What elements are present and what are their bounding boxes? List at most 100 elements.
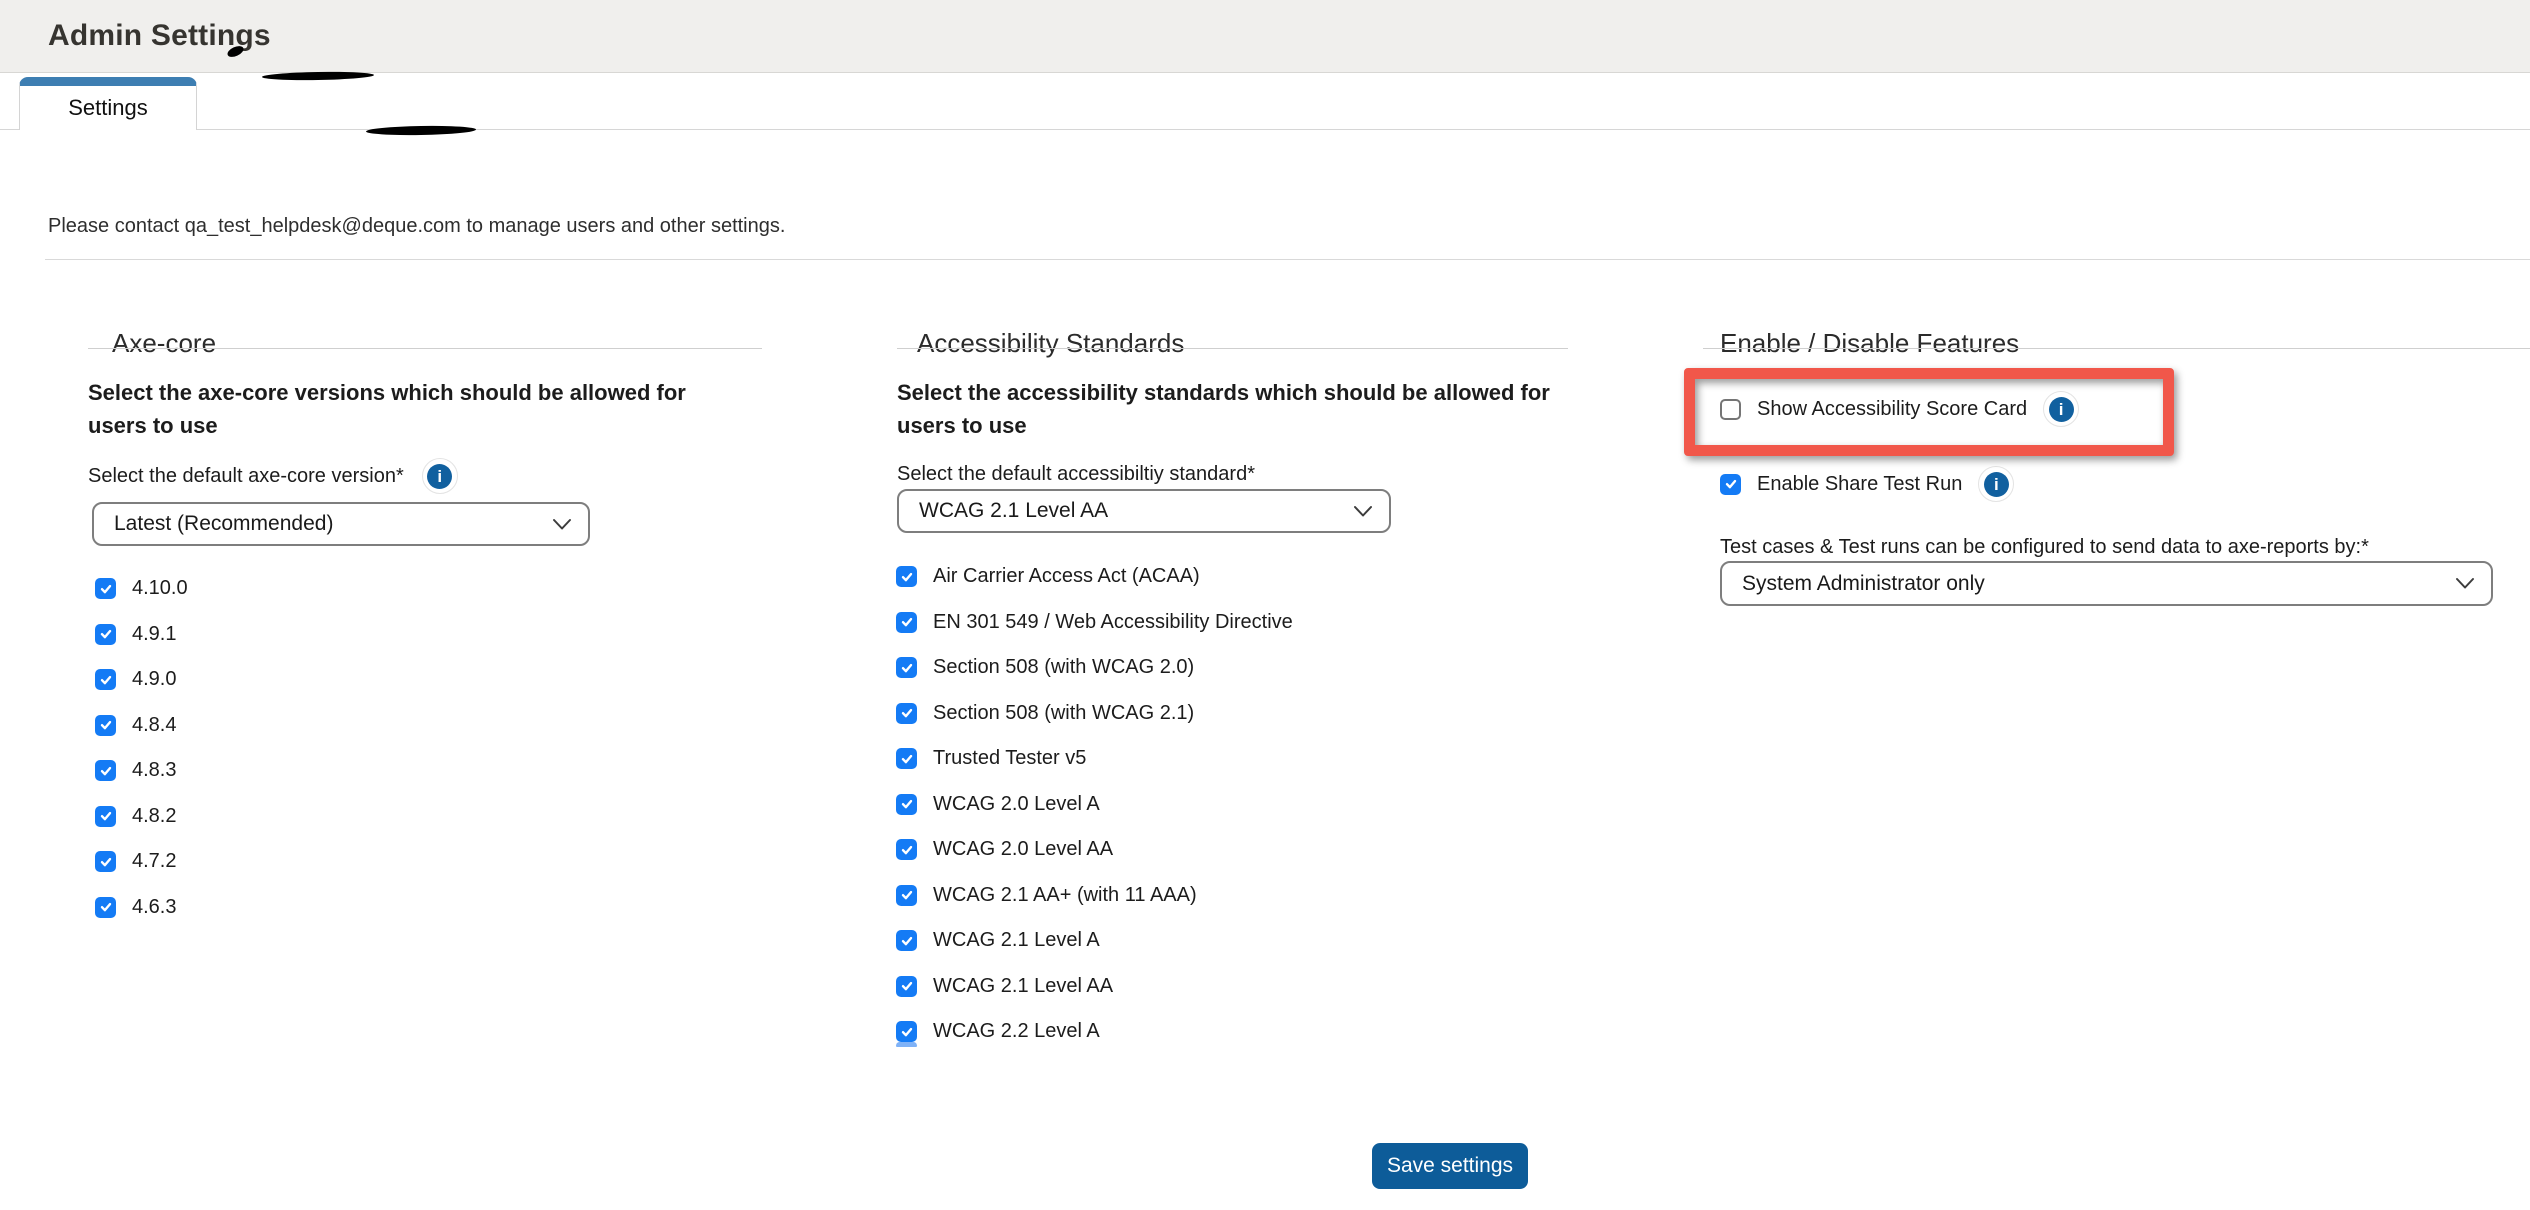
top-divider bbox=[45, 259, 2530, 260]
axe-version-row[interactable]: 4.6.3 bbox=[95, 896, 188, 919]
axe-version-label: 4.10.0 bbox=[132, 577, 188, 600]
standard-row[interactable]: WCAG 2.1 AA+ (with 11 AAA) bbox=[896, 884, 1293, 907]
checkbox-checked[interactable] bbox=[896, 1021, 917, 1042]
info-icon-glyph: i bbox=[427, 464, 452, 489]
axe-version-list: 4.10.0 4.9.1 4.9.0 4.8.4 bbox=[95, 577, 188, 919]
standard-row[interactable]: WCAG 2.0 Level A bbox=[896, 793, 1293, 816]
default-axe-version-label: Select the default axe-core version* bbox=[88, 465, 404, 488]
checkmark-icon bbox=[99, 809, 113, 823]
checkmark-icon bbox=[99, 855, 113, 869]
axe-version-label: 4.8.3 bbox=[132, 759, 176, 782]
checkmark-icon bbox=[900, 1025, 914, 1039]
checkbox-checked[interactable] bbox=[95, 669, 116, 690]
checkbox-checked[interactable] bbox=[896, 885, 917, 906]
checkbox-checked[interactable] bbox=[896, 612, 917, 633]
axe-version-row[interactable]: 4.9.1 bbox=[95, 623, 188, 646]
standard-label: Section 508 (with WCAG 2.0) bbox=[933, 656, 1194, 679]
standard-label: WCAG 2.0 Level A bbox=[933, 793, 1100, 816]
standard-label: WCAG 2.1 Level AA bbox=[933, 975, 1113, 998]
share-test-run-row[interactable]: Enable Share Test Run i bbox=[1720, 466, 2014, 502]
checkmark-icon bbox=[99, 900, 113, 914]
axe-version-label: 4.7.2 bbox=[132, 850, 176, 873]
checkmark-icon bbox=[99, 764, 113, 778]
axe-core-subheading: Select the axe-core versions which shoul… bbox=[88, 376, 728, 442]
redaction-scribble bbox=[366, 125, 476, 136]
standard-row[interactable]: Section 508 (with WCAG 2.1) bbox=[896, 702, 1293, 725]
axe-version-row[interactable]: 4.8.2 bbox=[95, 805, 188, 828]
checkbox-checked[interactable] bbox=[95, 624, 116, 645]
save-settings-button[interactable]: Save settings bbox=[1372, 1143, 1528, 1189]
checkbox-checked[interactable] bbox=[95, 851, 116, 872]
standard-label: WCAG 2.0 Level AA bbox=[933, 838, 1113, 861]
checkmark-icon bbox=[900, 706, 914, 720]
info-icon[interactable]: i bbox=[1978, 466, 2014, 502]
standard-row[interactable]: Section 508 (with WCAG 2.0) bbox=[896, 656, 1293, 679]
checkmark-icon bbox=[900, 570, 914, 584]
admin-settings-page: Admin Settings Settings Please contact q… bbox=[0, 0, 2530, 1210]
standard-label: WCAG 2.2 Level A bbox=[933, 1020, 1100, 1043]
standards-subheading: Select the accessibility standards which… bbox=[897, 376, 1552, 442]
info-icon[interactable]: i bbox=[422, 458, 458, 494]
share-test-run-label: Enable Share Test Run bbox=[1757, 473, 1962, 496]
default-axe-version-value: Latest (Recommended) bbox=[114, 512, 333, 536]
axe-version-row[interactable]: 4.7.2 bbox=[95, 850, 188, 873]
reports-config-label: Test cases & Test runs can be configured… bbox=[1720, 536, 2369, 559]
checkbox-checked[interactable] bbox=[896, 748, 917, 769]
checkmark-icon bbox=[900, 934, 914, 948]
axe-version-row[interactable]: 4.8.4 bbox=[95, 714, 188, 737]
checkbox-checked[interactable] bbox=[95, 897, 116, 918]
axe-version-row[interactable]: 4.8.3 bbox=[95, 759, 188, 782]
standard-row[interactable]: WCAG 2.0 Level AA bbox=[896, 838, 1293, 861]
standard-label: Section 508 (with WCAG 2.1) bbox=[933, 702, 1194, 725]
tab-settings[interactable]: Settings bbox=[19, 77, 197, 130]
chevron-down-icon bbox=[552, 518, 572, 531]
score-card-checkbox[interactable] bbox=[1720, 399, 1741, 420]
default-standard-label: Select the default accessibiltiy standar… bbox=[897, 463, 1255, 486]
standards-heading-divider bbox=[897, 348, 1568, 349]
standard-row[interactable]: WCAG 2.2 Level A bbox=[896, 1020, 1293, 1043]
standards-list: Air Carrier Access Act (ACAA) EN 301 549… bbox=[896, 565, 1293, 1043]
info-icon-glyph: i bbox=[2049, 397, 2074, 422]
checkbox-checked[interactable] bbox=[896, 794, 917, 815]
checkbox-checked[interactable] bbox=[95, 715, 116, 736]
checkbox-checked[interactable] bbox=[896, 703, 917, 724]
standard-row[interactable]: WCAG 2.1 Level A bbox=[896, 929, 1293, 952]
checkmark-icon bbox=[900, 888, 914, 902]
app-header: Admin Settings bbox=[0, 0, 2530, 73]
standard-label: Air Carrier Access Act (ACAA) bbox=[933, 565, 1200, 588]
checkbox-checked[interactable] bbox=[896, 657, 917, 678]
standard-row[interactable]: WCAG 2.1 Level AA bbox=[896, 975, 1293, 998]
checkbox-checked[interactable] bbox=[95, 760, 116, 781]
checkbox-checked[interactable] bbox=[896, 930, 917, 951]
checkmark-icon bbox=[99, 673, 113, 687]
axe-version-label: 4.9.0 bbox=[132, 668, 176, 691]
axe-version-label: 4.8.4 bbox=[132, 714, 176, 737]
score-card-row[interactable]: Show Accessibility Score Card i bbox=[1720, 391, 2079, 427]
checkbox-checked[interactable] bbox=[95, 806, 116, 827]
axe-version-row[interactable]: 4.10.0 bbox=[95, 577, 188, 600]
checkbox-checked[interactable] bbox=[95, 578, 116, 599]
info-icon[interactable]: i bbox=[2043, 391, 2079, 427]
axe-version-label: 4.8.2 bbox=[132, 805, 176, 828]
default-axe-version-select[interactable]: Latest (Recommended) bbox=[92, 502, 590, 546]
axe-version-row[interactable]: 4.9.0 bbox=[95, 668, 188, 691]
default-standard-select[interactable]: WCAG 2.1 Level AA bbox=[897, 489, 1391, 533]
standard-label: Trusted Tester v5 bbox=[933, 747, 1086, 770]
checkmark-icon bbox=[900, 979, 914, 993]
default-axe-version-label-row: Select the default axe-core version* i bbox=[88, 458, 458, 494]
checkbox-checked[interactable] bbox=[896, 566, 917, 587]
reports-config-value: System Administrator only bbox=[1742, 572, 1985, 596]
chevron-down-icon bbox=[2455, 577, 2475, 590]
axe-version-label: 4.6.3 bbox=[132, 896, 176, 919]
standard-label: EN 301 549 / Web Accessibility Directive bbox=[933, 611, 1293, 634]
checkbox-checked[interactable] bbox=[896, 976, 917, 997]
checkmark-icon bbox=[99, 582, 113, 596]
share-test-run-checkbox[interactable] bbox=[1720, 474, 1741, 495]
standard-row[interactable]: Trusted Tester v5 bbox=[896, 747, 1293, 770]
score-card-label: Show Accessibility Score Card bbox=[1757, 398, 2027, 421]
checkbox-checked[interactable] bbox=[896, 839, 917, 860]
standard-row[interactable]: Air Carrier Access Act (ACAA) bbox=[896, 565, 1293, 588]
standard-row[interactable]: EN 301 549 / Web Accessibility Directive bbox=[896, 611, 1293, 634]
reports-config-select[interactable]: System Administrator only bbox=[1720, 561, 2493, 606]
checkmark-icon bbox=[900, 797, 914, 811]
